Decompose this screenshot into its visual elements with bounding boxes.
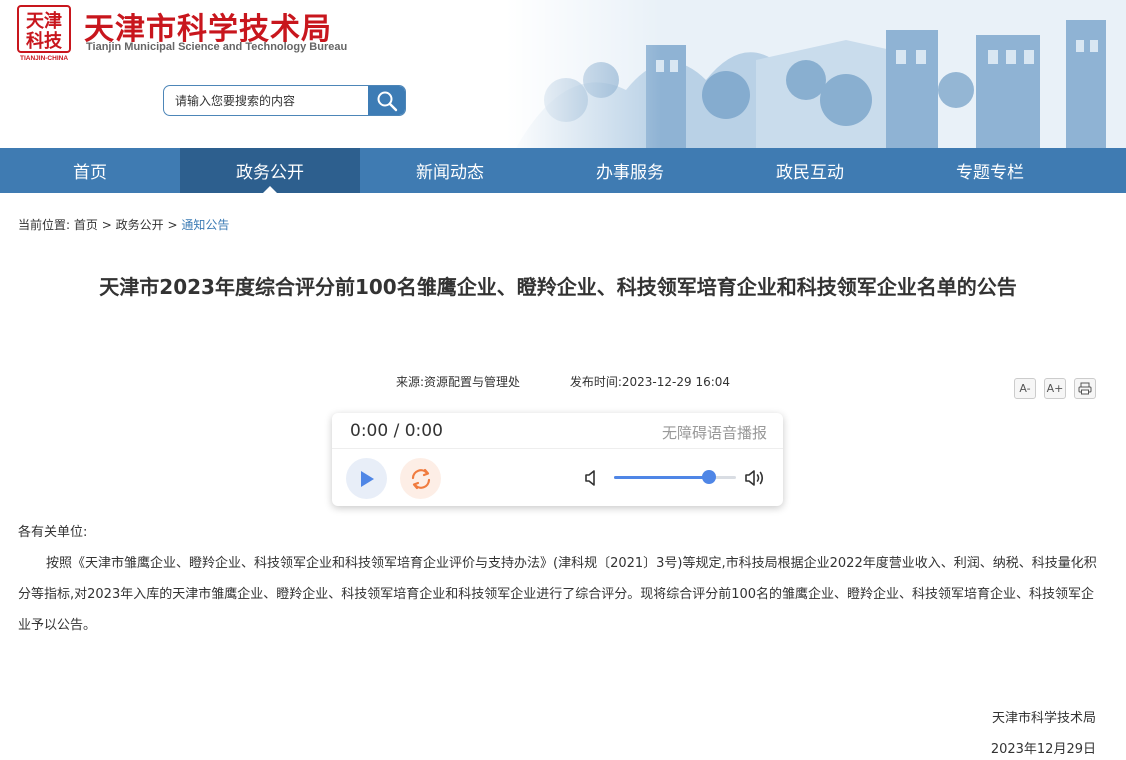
logo-text-bottom: 科技 bbox=[26, 30, 63, 52]
breadcrumb-home[interactable]: 首页 bbox=[74, 218, 98, 232]
play-button[interactable] bbox=[346, 458, 387, 499]
volume-high-icon[interactable] bbox=[744, 468, 766, 488]
search-input[interactable] bbox=[164, 86, 368, 115]
loop-button[interactable] bbox=[400, 458, 441, 499]
nav-home[interactable]: 首页 bbox=[0, 148, 180, 193]
breadcrumb-separator: > bbox=[101, 218, 112, 232]
player-time: 0:00 / 0:00 bbox=[350, 421, 443, 441]
volume-slider[interactable] bbox=[614, 470, 736, 484]
nav-government-affairs[interactable]: 政务公开 bbox=[180, 148, 360, 193]
breadcrumb-notices[interactable]: 通知公告 bbox=[181, 218, 229, 232]
volume-low-icon[interactable] bbox=[584, 469, 600, 487]
nav-interaction[interactable]: 政民互动 bbox=[720, 148, 900, 193]
article-publish-time: 发布时间:2023-12-29 16:04 bbox=[569, 375, 731, 389]
article-body: 按照《天津市雏鹰企业、瞪羚企业、科技领军企业和科技领军培育企业评价与支持办法》(… bbox=[18, 556, 1097, 633]
breadcrumb: 当前位置: 首页 > 政务公开 > 通知公告 bbox=[18, 216, 229, 233]
print-icon bbox=[1078, 382, 1092, 395]
site-subtitle: Tianjin Municipal Science and Technology… bbox=[86, 41, 348, 53]
main-nav: 首页 政务公开 新闻动态 办事服务 政民互动 专题专栏 bbox=[0, 148, 1126, 193]
article-title: 天津市2023年度综合评分前100名雏鹰企业、瞪羚企业、科技领军培育企业和科技领… bbox=[99, 275, 1017, 299]
player-divider bbox=[332, 448, 783, 449]
volume-slider-fill bbox=[614, 476, 710, 479]
loop-icon bbox=[411, 468, 430, 489]
print-button[interactable] bbox=[1074, 378, 1096, 399]
logo-text-top: 天津 bbox=[26, 10, 62, 32]
article-signature-org: 天津市科学技术局 bbox=[991, 711, 1096, 726]
article-tools: A- A+ bbox=[1014, 378, 1096, 399]
article-greeting: 各有关单位: bbox=[18, 525, 88, 540]
logo-text-caption: TIANJIN-CHINA bbox=[20, 55, 68, 62]
search-icon bbox=[377, 91, 397, 111]
player-label: 无障碍语音播报 bbox=[661, 424, 767, 442]
search-button[interactable] bbox=[368, 86, 405, 115]
search-box bbox=[163, 85, 406, 116]
site-header: 天津 科技 TIANJIN-CHINA 天津市科学技术局 Tianjin Mun… bbox=[0, 0, 1126, 148]
article-signature-date: 2023年12月29日 bbox=[990, 742, 1096, 757]
font-decrease-button[interactable]: A- bbox=[1014, 378, 1036, 399]
breadcrumb-separator: > bbox=[167, 218, 178, 232]
nav-services[interactable]: 办事服务 bbox=[540, 148, 720, 193]
font-increase-button[interactable]: A+ bbox=[1044, 378, 1066, 399]
header-illustration bbox=[506, 0, 1126, 148]
breadcrumb-government-affairs[interactable]: 政务公开 bbox=[116, 218, 164, 232]
article-meta: 来源:资源配置与管理处 发布时间:2023-12-29 16:04 bbox=[0, 373, 1126, 390]
play-icon bbox=[360, 470, 374, 487]
nav-topics[interactable]: 专题专栏 bbox=[900, 148, 1080, 193]
nav-news[interactable]: 新闻动态 bbox=[360, 148, 540, 193]
article-source: 来源:资源配置与管理处 bbox=[395, 375, 521, 389]
breadcrumb-prefix: 当前位置: bbox=[18, 218, 71, 232]
volume-slider-thumb[interactable] bbox=[702, 470, 717, 484]
logo-seal: 天津 科技 TIANJIN-CHINA bbox=[17, 5, 71, 62]
audio-player: 0:00 / 0:00 无障碍语音播报 bbox=[332, 413, 783, 506]
